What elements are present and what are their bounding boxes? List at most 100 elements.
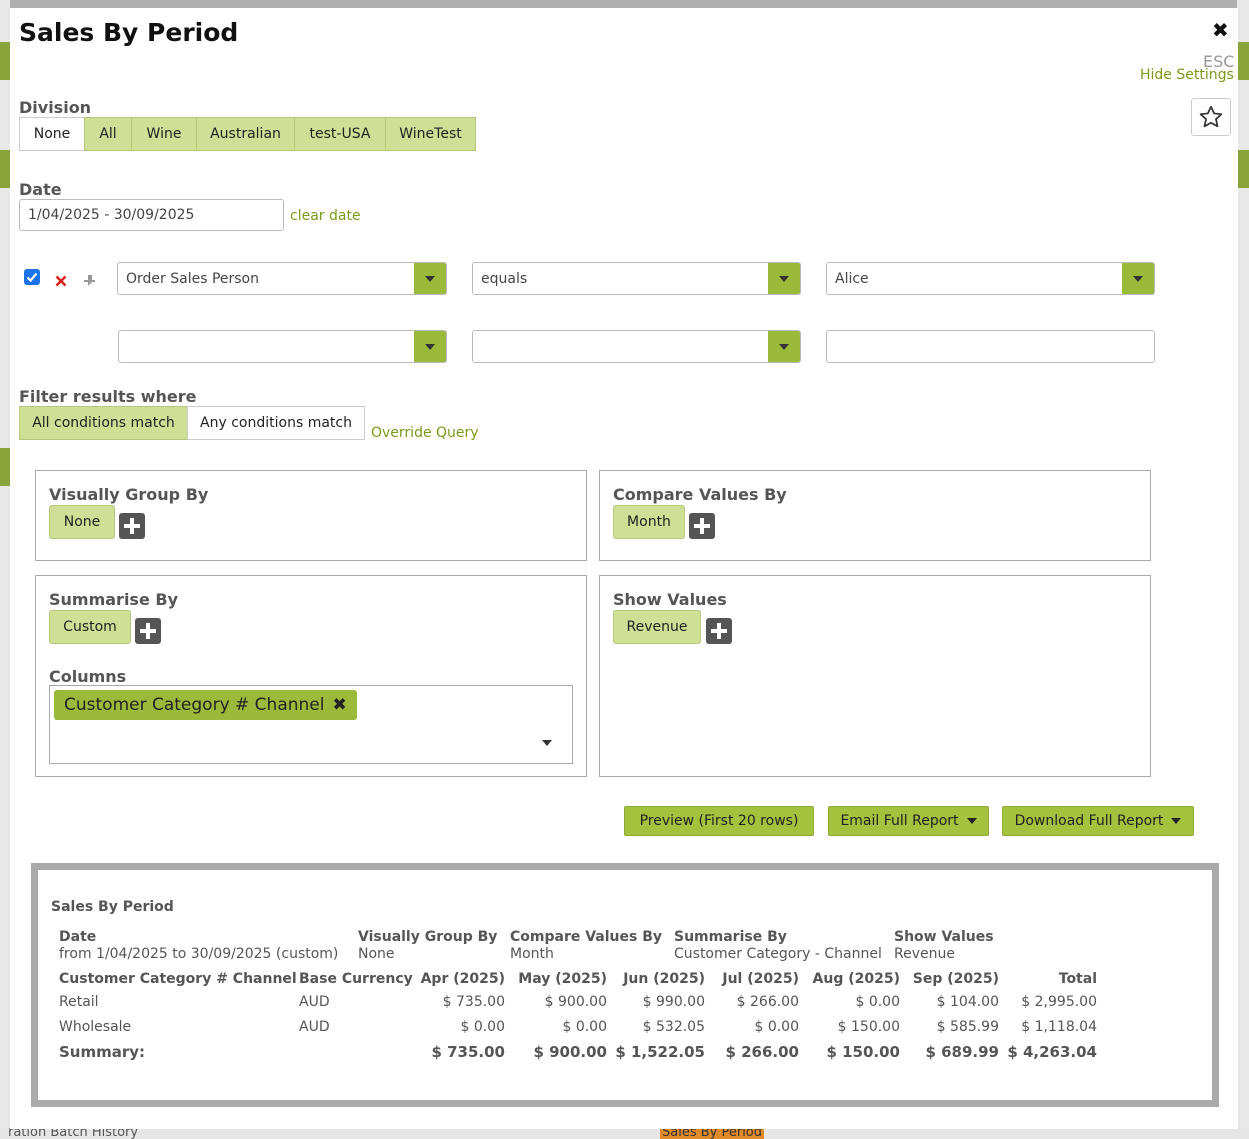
report-settings-modal: Sales By Period ✖ ESC Hide Settings Divi… <box>10 8 1238 1129</box>
columns-label: Columns <box>49 667 127 686</box>
background-bar <box>0 42 10 80</box>
chevron-down-icon <box>768 331 800 362</box>
visually-group-by-value[interactable]: None <box>49 505 115 539</box>
preview-button-label: Preview (First 20 rows) <box>639 813 799 829</box>
summarise-by-panel: Summarise By Custom Columns Customer Cat… <box>35 575 587 777</box>
header-cell: May (2025) <box>518 971 607 987</box>
table-cell: $ 0.00 <box>754 1019 799 1035</box>
table-cell: $ 0.00 <box>562 1019 607 1035</box>
add-summarise-icon[interactable] <box>135 618 161 644</box>
condition-operator-select[interactable]: equals <box>472 262 801 295</box>
new-condition-operator-select[interactable] <box>472 330 801 363</box>
summarise-by-value[interactable]: Custom <box>49 610 131 644</box>
preview-button[interactable]: Preview (First 20 rows) <box>624 806 814 836</box>
division-option-winetest[interactable]: WineTest <box>385 117 476 151</box>
add-group-icon[interactable] <box>119 513 145 539</box>
filter-mode-selector: All conditions match Any conditions matc… <box>19 406 365 440</box>
show-values-panel: Show Values Revenue <box>599 575 1151 777</box>
filter-label: Filter results where <box>19 387 197 406</box>
hide-settings-link[interactable]: Hide Settings <box>1140 67 1234 83</box>
summary-cell: $ 266.00 <box>725 1043 799 1061</box>
condition-field-select[interactable]: Order Sales Person <box>117 262 447 295</box>
table-cell: $ 0.00 <box>855 994 900 1010</box>
report-meta-date: Date from 1/04/2025 to 30/09/2025 (custo… <box>59 929 338 963</box>
table-cell: $ 990.00 <box>642 994 705 1010</box>
division-option-wine[interactable]: Wine <box>131 117 197 151</box>
compare-values-by-panel: Compare Values By Month <box>599 470 1151 561</box>
condition-enabled-checkbox[interactable] <box>24 269 40 285</box>
chevron-down-icon[interactable] <box>542 740 552 746</box>
show-values-value[interactable]: Revenue <box>613 610 701 644</box>
checkmark-icon <box>26 272 38 283</box>
division-option-none[interactable]: None <box>19 117 85 151</box>
report-meta-group: Visually Group By None <box>358 929 497 963</box>
report-title: Sales By Period <box>51 899 174 915</box>
table-cell: $ 735.00 <box>442 994 505 1010</box>
header-cell: Apr (2025) <box>420 971 505 987</box>
division-option-test-usa[interactable]: test-USA <box>294 117 386 151</box>
header-cell: Sep (2025) <box>912 971 999 987</box>
header-cell: Base Currency <box>299 971 413 987</box>
report-preview: Sales By Period Date from 1/04/2025 to 3… <box>31 863 1219 1107</box>
favorite-button[interactable] <box>1191 98 1231 136</box>
any-conditions-match-button[interactable]: Any conditions match <box>187 406 365 440</box>
table-cell: $ 0.00 <box>460 1019 505 1035</box>
summary-cell: $ 4,263.04 <box>1007 1043 1097 1061</box>
condition-value-select[interactable]: Alice <box>826 262 1155 295</box>
background-bar <box>1237 150 1249 188</box>
table-cell: $ 532.05 <box>642 1019 705 1035</box>
division-selector: None All Wine Australian test-USA WineTe… <box>19 117 476 151</box>
download-report-button[interactable]: Download Full Report <box>1002 806 1194 836</box>
meta-show-value: Revenue <box>894 946 955 962</box>
override-query-link[interactable]: Override Query <box>371 425 479 441</box>
star-icon <box>1199 105 1223 128</box>
summary-cell: $ 1,522.05 <box>615 1043 705 1061</box>
new-condition-field-select[interactable] <box>118 330 447 363</box>
all-conditions-match-button[interactable]: All conditions match <box>19 406 188 440</box>
summary-cell: $ 735.00 <box>431 1043 505 1061</box>
table-cell: $ 104.00 <box>936 994 999 1010</box>
column-chip: Customer Category # Channel ✖ <box>54 690 357 720</box>
new-condition-value-input[interactable] <box>826 330 1155 363</box>
meta-summarise-value: Customer Category - Channel <box>674 946 882 962</box>
table-cell: Retail <box>59 994 99 1010</box>
table-cell: $ 2,995.00 <box>1021 994 1097 1010</box>
compare-values-by-value[interactable]: Month <box>613 505 685 539</box>
header-cell: Total <box>1058 971 1097 987</box>
close-icon[interactable]: ✖ <box>1212 18 1229 42</box>
remove-chip-icon[interactable]: ✖ <box>332 695 346 715</box>
background-bar <box>0 150 10 188</box>
header-cell: Aug (2025) <box>812 971 900 987</box>
summary-cell: $ 689.99 <box>925 1043 999 1061</box>
report-meta-show: Show Values Revenue <box>894 929 994 963</box>
condition-value-text: Alice <box>835 270 869 287</box>
division-option-australian[interactable]: Australian <box>196 117 295 151</box>
division-label: Division <box>19 98 92 117</box>
dropdown-caret-icon <box>1171 818 1182 824</box>
meta-date-label: Date <box>59 929 97 945</box>
email-report-button[interactable]: Email Full Report <box>828 806 989 836</box>
meta-summarise-label: Summarise By <box>674 929 787 945</box>
date-range-input[interactable]: 1/04/2025 - 30/09/2025 <box>19 199 284 231</box>
division-option-all[interactable]: All <box>84 117 132 151</box>
meta-show-label: Show Values <box>894 929 994 945</box>
chevron-down-icon <box>768 263 800 294</box>
dropdown-caret-icon <box>966 818 977 824</box>
table-cell: AUD <box>299 994 330 1010</box>
chevron-down-icon <box>1122 263 1154 294</box>
summarise-by-title: Summarise By <box>49 590 178 609</box>
columns-multiselect[interactable]: Customer Category # Channel ✖ <box>49 685 573 764</box>
email-report-label: Email Full Report <box>840 813 959 829</box>
report-meta-summarise: Summarise By Customer Category - Channel <box>674 929 882 963</box>
table-cell: $ 266.00 <box>736 994 799 1010</box>
condition-operator-value: equals <box>481 270 528 287</box>
clear-date-link[interactable]: clear date <box>290 208 361 224</box>
summary-cell: $ 900.00 <box>533 1043 607 1061</box>
compare-values-by-title: Compare Values By <box>613 485 787 504</box>
meta-date-value: from 1/04/2025 to 30/09/2025 (custom) <box>59 946 339 962</box>
remove-condition-icon[interactable] <box>55 275 67 287</box>
show-values-title: Show Values <box>613 590 727 609</box>
pin-icon[interactable] <box>82 272 100 288</box>
add-compare-icon[interactable] <box>689 513 715 539</box>
add-value-icon[interactable] <box>706 618 732 644</box>
